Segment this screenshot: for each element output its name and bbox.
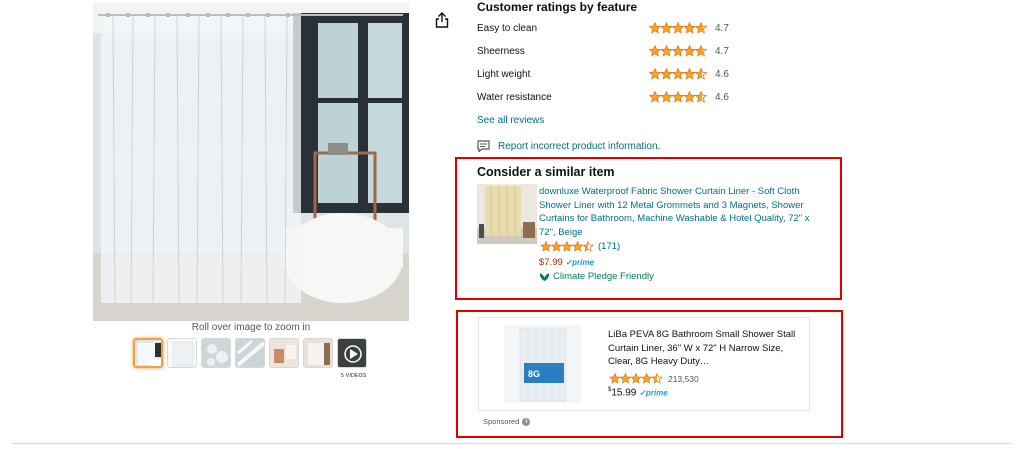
thumbnail-3[interactable] — [201, 338, 231, 368]
star-icon — [649, 45, 662, 57]
star-icon — [640, 373, 653, 384]
star-icon — [683, 68, 696, 80]
star-icon — [694, 45, 707, 57]
info-icon[interactable]: i — [522, 417, 531, 426]
similar-item-image[interactable] — [477, 184, 537, 244]
climate-leaf-icon — [539, 272, 550, 281]
see-all-reviews-link[interactable]: See all reviews — [477, 115, 544, 126]
main-product-image[interactable] — [93, 3, 409, 321]
sponsored-badge-text: 8G — [528, 369, 540, 379]
similar-item-rating[interactable]: (171) — [539, 241, 620, 252]
star-icon — [660, 45, 673, 57]
star-icon — [660, 91, 673, 103]
feature-label: Easy to clean — [477, 23, 538, 34]
thumbnail-4[interactable] — [235, 338, 265, 368]
sponsored-text: Sponsored — [483, 417, 520, 426]
star-icon — [609, 373, 621, 384]
price-value: $7.99 — [539, 257, 563, 268]
star-icon — [694, 22, 707, 34]
star-rating-icon — [649, 68, 707, 80]
sponsored-product-rating[interactable]: 213,530 — [608, 373, 699, 384]
star-icon — [649, 68, 662, 80]
ratings-by-feature-title: Customer ratings by feature — [477, 0, 638, 14]
zoom-hint: Roll over image to zoom in — [191, 322, 311, 333]
star-icon — [671, 22, 685, 34]
star-rating-icon — [649, 91, 707, 103]
star-icon — [683, 45, 696, 57]
report-link[interactable]: Report incorrect product information. — [498, 141, 660, 152]
share-icon[interactable] — [435, 12, 449, 28]
videos-count-label: 5 VIDEOS — [341, 373, 367, 379]
prime-badge: ✓prime — [565, 258, 594, 267]
sponsored-product-image[interactable]: 8G — [504, 325, 582, 403]
feedback-icon — [477, 140, 490, 152]
feature-rating-value: 4.6 — [715, 92, 729, 103]
sponsored-product-price: $15.99 ✓prime — [608, 387, 668, 398]
star-icon — [671, 45, 685, 57]
star-rating-icon — [649, 45, 707, 57]
star-rating-icon — [609, 373, 663, 384]
star-icon — [540, 241, 552, 252]
thumbnail-6[interactable] — [303, 338, 333, 368]
star-icon — [561, 241, 573, 252]
star-icon — [651, 373, 663, 384]
star-icon — [550, 241, 563, 252]
feature-label: Water resistance — [477, 92, 552, 103]
star-icon — [683, 91, 696, 103]
feature-rating-row: Light weight 4.6 — [477, 68, 777, 83]
sponsored-label[interactable]: Sponsored i — [483, 417, 531, 426]
star-rating-icon — [540, 241, 594, 252]
review-count[interactable]: (171) — [598, 241, 620, 252]
thumbnail-strip — [133, 338, 367, 368]
feature-rating-value: 4.7 — [715, 23, 729, 34]
feature-rating-value: 4.6 — [715, 69, 729, 80]
report-incorrect-info[interactable]: Report incorrect product information. — [477, 140, 660, 152]
price-value: 15.99 — [611, 387, 637, 399]
climate-pledge-badge[interactable]: Climate Pledge Friendly — [539, 271, 654, 282]
star-icon — [649, 91, 662, 103]
star-rating-icon — [649, 22, 707, 34]
feature-label: Sheerness — [477, 46, 525, 57]
feature-rating-row: Easy to clean 4.7 — [477, 22, 777, 37]
feature-label: Light weight — [477, 69, 531, 80]
climate-label: Climate Pledge Friendly — [553, 271, 654, 282]
star-icon — [582, 241, 594, 252]
star-icon — [683, 22, 696, 34]
star-icon — [660, 68, 673, 80]
thumbnail-1[interactable] — [133, 338, 163, 368]
star-icon — [630, 373, 642, 384]
video-thumbnail[interactable] — [337, 338, 367, 368]
similar-item-heading: Consider a similar item — [477, 165, 615, 179]
feature-rating-row: Sheerness 4.7 — [477, 45, 777, 60]
prime-badge: ✓prime — [639, 388, 668, 398]
thumbnail-2[interactable] — [167, 338, 197, 368]
similar-item-price: $7.99 ✓prime — [539, 257, 594, 268]
review-count: 213,530 — [668, 373, 699, 384]
sponsored-product-title[interactable]: LiBa PEVA 8G Bathroom Small Shower Stall… — [608, 328, 798, 369]
star-icon — [694, 91, 707, 103]
star-icon — [571, 241, 584, 252]
section-divider — [12, 443, 1011, 444]
thumbnail-5[interactable] — [269, 338, 299, 368]
star-icon — [694, 68, 707, 80]
star-icon — [660, 22, 673, 34]
star-icon — [671, 91, 685, 103]
star-icon — [619, 373, 632, 384]
star-icon — [649, 22, 662, 34]
star-icon — [671, 68, 685, 80]
feature-rating-value: 4.7 — [715, 46, 729, 57]
feature-rating-row: Water resistance 4.6 — [477, 91, 777, 106]
similar-item-title-link[interactable]: downluxe Waterproof Fabric Shower Curtai… — [539, 185, 824, 239]
